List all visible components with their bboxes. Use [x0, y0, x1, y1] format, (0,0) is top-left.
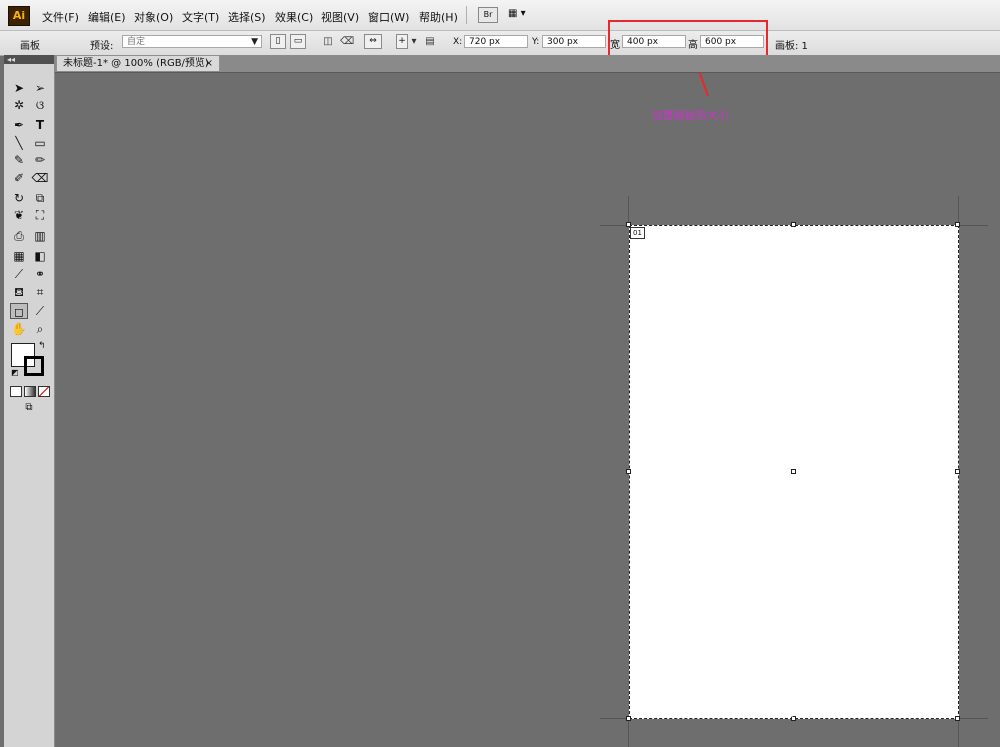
document-tab[interactable]: 未标题-1* @ 100% (RGB/预览) ×: [56, 55, 220, 71]
annotation-text: 设置画板的大小: [652, 109, 729, 122]
crop-mark: [958, 718, 959, 747]
x-field[interactable]: 720 px: [464, 35, 528, 48]
gradient-mode-icon[interactable]: [24, 386, 36, 397]
blend-tool-icon[interactable]: ⚭: [31, 266, 49, 282]
move-copy-artwork-button[interactable]: ⇔: [364, 34, 382, 49]
preset-label: 预设:: [90, 41, 114, 52]
eyedropper-tool-icon[interactable]: ⟋: [10, 266, 28, 282]
menu-separator: [466, 6, 467, 24]
close-icon[interactable]: ×: [205, 56, 213, 72]
resize-handle[interactable]: [791, 222, 796, 227]
menu-view[interactable]: 视图(V): [321, 9, 359, 25]
baidu-watermark-url: jingyan.baidu.com: [770, 702, 900, 718]
preset-dropdown[interactable]: 自定 ▼: [122, 35, 262, 48]
line-tool-icon[interactable]: ╲: [10, 135, 28, 151]
artboard-number-label: 01: [630, 227, 645, 239]
menu-select[interactable]: 选择(S): [228, 9, 266, 25]
crop-mark: [628, 718, 629, 747]
landscape-orientation-button[interactable]: ▭: [290, 34, 306, 49]
workspace-switcher-button[interactable]: ▦ ▾: [508, 7, 532, 21]
column-graph-tool-icon[interactable]: ▥: [31, 228, 49, 244]
eraser-tool-icon[interactable]: ⌫: [31, 170, 49, 186]
crop-mark: [958, 718, 988, 719]
rectangle-tool-icon[interactable]: ▭: [31, 135, 49, 151]
menu-help[interactable]: 帮助(H): [419, 9, 458, 25]
rotate-tool-icon[interactable]: ↻: [10, 190, 28, 206]
screen-mode-icon[interactable]: ⧉: [20, 402, 38, 413]
menu-type[interactable]: 文字(T): [182, 9, 219, 25]
direct-selection-tool-icon[interactable]: ➢: [31, 80, 49, 96]
slice-tool-icon[interactable]: ⟋: [31, 303, 49, 319]
menu-effect[interactable]: 效果(C): [275, 9, 313, 25]
symbol-sprayer-tool-icon[interactable]: ⎙: [10, 228, 28, 244]
artboard-options-icon[interactable]: ▤: [424, 36, 436, 48]
warp-tool-icon[interactable]: ❦: [10, 207, 28, 223]
zoom-tool-icon[interactable]: ⌕: [31, 321, 49, 337]
default-colors-icon[interactable]: ◩: [11, 368, 19, 377]
new-artboard-icon[interactable]: ◫: [322, 36, 334, 48]
chevron-down-icon: ▼: [251, 37, 258, 47]
show-center-mark-button[interactable]: +: [396, 34, 408, 49]
center-point-handle[interactable]: [791, 469, 796, 474]
type-tool-icon[interactable]: T: [31, 117, 49, 133]
tool-name-label: 画板: [20, 41, 40, 52]
menu-file[interactable]: 文件(F): [42, 9, 79, 25]
artboard-count: 画板: 1: [775, 41, 808, 52]
resize-handle[interactable]: [626, 222, 631, 227]
crop-mark: [958, 225, 988, 226]
preset-value: 自定: [127, 37, 146, 47]
options-dropdown-icon[interactable]: ▾: [408, 36, 420, 48]
document-tab-title: 未标题-1* @ 100% (RGB/预览): [63, 58, 209, 69]
artboard-tool-icon[interactable]: ◻: [10, 303, 28, 319]
lasso-tool-icon[interactable]: ଓ: [31, 97, 49, 113]
y-label: Y:: [532, 37, 540, 47]
menu-edit[interactable]: 编辑(E): [88, 9, 126, 25]
gradient-tool-icon[interactable]: ◧: [31, 248, 49, 264]
mesh-tool-icon[interactable]: ▦: [10, 248, 28, 264]
y-field[interactable]: 300 px: [542, 35, 606, 48]
pen-tool-icon[interactable]: ✒: [10, 117, 28, 133]
resize-handle[interactable]: [626, 469, 631, 474]
resize-handle[interactable]: [955, 469, 960, 474]
swap-colors-icon[interactable]: ↰: [38, 341, 46, 351]
resize-handle[interactable]: [955, 222, 960, 227]
x-label: X:: [453, 37, 463, 47]
menu-object[interactable]: 对象(O): [134, 9, 173, 25]
stroke-swatch[interactable]: [24, 356, 44, 376]
portrait-orientation-button[interactable]: ▯: [270, 34, 286, 49]
free-transform-tool-icon[interactable]: ⛶: [31, 207, 49, 223]
delete-artboard-icon[interactable]: ⌫: [340, 36, 354, 48]
none-mode-icon[interactable]: [38, 386, 50, 397]
color-mode-icon[interactable]: [10, 386, 22, 397]
selection-tool-icon[interactable]: ➤: [10, 80, 28, 96]
app-logo: Ai: [8, 6, 30, 26]
blob-brush-tool-icon[interactable]: ✐: [10, 170, 28, 186]
resize-handle[interactable]: [626, 716, 631, 721]
toolbox-collapse-button[interactable]: ◂◂: [4, 55, 54, 64]
hand-tool-icon[interactable]: ✋: [10, 321, 28, 337]
bridge-button[interactable]: Br: [478, 7, 498, 23]
scale-tool-icon[interactable]: ⧉: [31, 190, 49, 206]
resize-handle[interactable]: [955, 716, 960, 721]
menu-window[interactable]: 窗口(W): [368, 9, 409, 25]
pencil-tool-icon[interactable]: ✏: [31, 152, 49, 168]
paintbrush-tool-icon[interactable]: ✎: [10, 152, 28, 168]
live-paint-bucket-tool-icon[interactable]: ⛾: [10, 284, 28, 300]
live-paint-selection-tool-icon[interactable]: ⌗: [31, 284, 49, 300]
magic-wand-tool-icon[interactable]: ✲: [10, 97, 28, 113]
